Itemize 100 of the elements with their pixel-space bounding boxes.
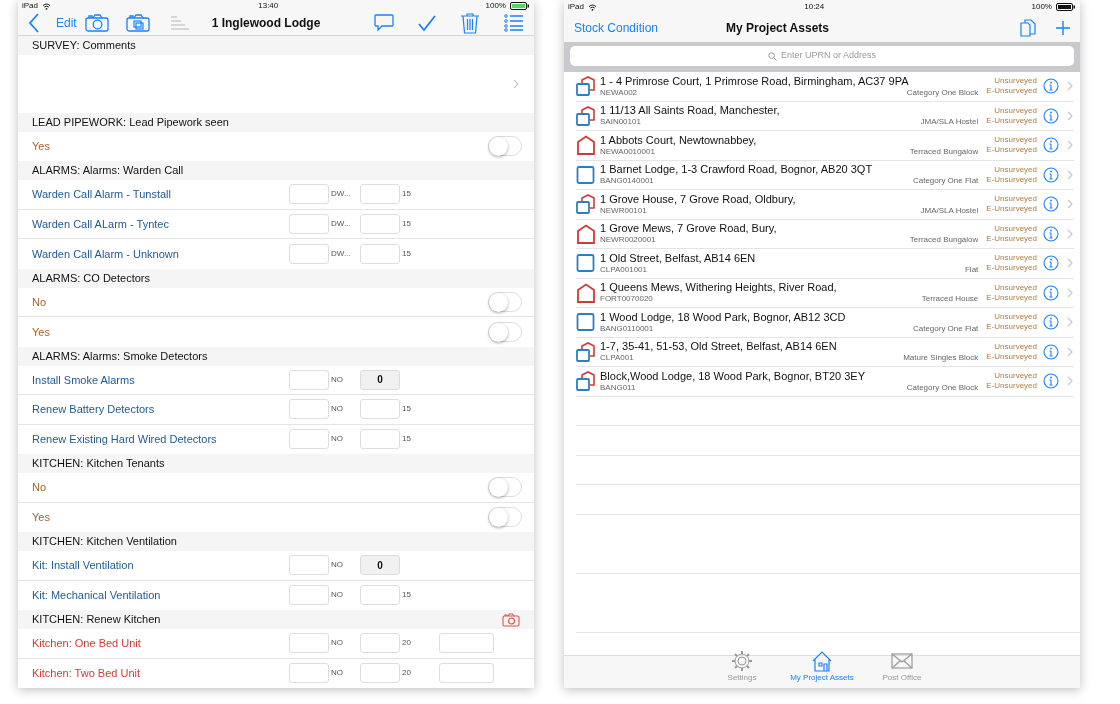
asset-row[interactable]: 1 - 4 Primrose Court, 1 Primrose Road, Birmingham, AC37 9PA NEWA002 Category One Block Unsurveyed E-Unsurveyed — [564, 72, 1080, 102]
camera-icon[interactable] — [502, 612, 520, 627]
option-label: Yes — [32, 139, 50, 154]
value-field[interactable] — [360, 663, 400, 684]
asset-code: SAIN00101 — [600, 117, 641, 128]
check-icon[interactable] — [418, 15, 436, 32]
life-label: 15 — [401, 217, 412, 230]
asset-address: 1 11/13 All Saints Road, Manchester, — [600, 104, 781, 118]
comment-icon[interactable] — [374, 14, 394, 33]
section-header: ALARMS: CO Detectors — [32, 270, 150, 286]
extra-field[interactable] — [439, 633, 494, 654]
asset-row[interactable]: Block,Wood Lodge, 18 Wood Park, Bognor, BT20 3EY BANG011 Category One Block Unsurveyed E-Unsurveyed — [564, 367, 1080, 397]
toggle-switch[interactable] — [488, 321, 522, 342]
asset-row[interactable]: 1 Old Street, Belfast, AB14 6EN CLPA001001 Flat Unsurveyed E-Unsurveyed — [564, 249, 1080, 279]
info-icon[interactable] — [1043, 314, 1059, 331]
battery-icon — [510, 2, 530, 10]
toggle-switch[interactable] — [488, 291, 522, 312]
trash-icon[interactable] — [460, 12, 480, 35]
info-icon[interactable] — [1043, 284, 1059, 301]
quantity-field[interactable] — [289, 399, 329, 420]
asset-row[interactable]: 1 Abbots Court, Newtownabbey, NEWA0010001 Terraced Bungalow Unsurveyed E-Unsurveyed — [564, 131, 1080, 161]
value-field[interactable] — [360, 585, 400, 606]
asset-row[interactable]: 1 Wood Lodge, 18 Wood Park, Bognor, AB12 3CD BANG0110001 Category One Flat Unsurveyed E-Unsurveyed — [564, 308, 1080, 338]
copy-icon[interactable] — [1020, 19, 1036, 37]
back-button[interactable]: Stock Condition — [574, 19, 659, 37]
asset-type: JMA/SLA Hostel — [920, 117, 979, 128]
info-icon[interactable] — [1043, 166, 1059, 183]
survey-status: Unsurveyed — [994, 194, 1037, 205]
quantity-field[interactable] — [289, 213, 329, 234]
value-field[interactable]: 0 — [360, 369, 400, 390]
list-icon[interactable] — [504, 14, 524, 33]
asset-row[interactable]: 1 Barnet Lodge, 1-3 Crawford Road, Bognor, AB20 3QT BANG0140001 Category One Flat Unsurveyed E-Unsurveyed — [564, 160, 1080, 190]
tab-bar-item[interactable]: My Project Assets — [782, 650, 862, 684]
back-icon[interactable] — [28, 13, 40, 34]
value-field[interactable] — [360, 213, 400, 234]
e-survey-status: E-Unsurveyed — [986, 115, 1037, 126]
edit-button[interactable]: Edit — [56, 14, 77, 33]
asset-type: Category One Block — [906, 87, 979, 98]
toggle-switch[interactable] — [488, 507, 522, 528]
quantity-field[interactable] — [289, 369, 329, 390]
toggle-switch[interactable] — [488, 136, 522, 157]
toggle-switch[interactable] — [488, 477, 522, 498]
asset-row[interactable]: 1 Grove House, 7 Grove Road, Oldbury, NEWR00101 JMA/SLA Hostel Unsurveyed E-Unsurveyed — [564, 190, 1080, 220]
info-icon[interactable] — [1043, 107, 1059, 124]
asset-type: Flat — [964, 264, 979, 275]
chevron-icon — [1067, 81, 1074, 92]
camera-icon[interactable] — [84, 14, 109, 33]
option-label: No — [32, 480, 47, 495]
survey-status: Unsurveyed — [994, 312, 1037, 323]
quantity-field[interactable] — [289, 663, 329, 684]
quantity-field[interactable] — [289, 633, 329, 654]
house-icon — [811, 650, 833, 672]
extra-field[interactable] — [439, 663, 494, 684]
asset-address: 1 Wood Lodge, 18 Wood Park, Bognor, AB12 3CD — [600, 310, 847, 324]
value-field[interactable] — [360, 243, 400, 264]
quantity-field[interactable] — [289, 585, 329, 606]
info-icon[interactable] — [1043, 137, 1059, 154]
info-icon[interactable] — [1043, 78, 1059, 95]
wifi-icon — [588, 3, 597, 11]
life-label: 15 — [401, 403, 412, 416]
screen-title: 1 Inglewood Lodge — [211, 15, 321, 33]
value-field[interactable] — [360, 184, 400, 205]
camera-stack-icon[interactable] — [125, 14, 150, 33]
asset-row[interactable]: 1 Grove Mews, 7 Grove Road, Bury, NEWR0020001 Terraced Bungalow Unsurveyed E-Unsurveyed — [564, 219, 1080, 249]
info-icon[interactable] — [1043, 373, 1059, 390]
value-field[interactable] — [360, 399, 400, 420]
asset-code: NEWR00101 — [600, 205, 647, 216]
value-field[interactable]: 0 — [360, 555, 400, 576]
asset-address: 1-7, 35-41, 51-53, Old Street, Belfast, AB14 6EN — [600, 340, 838, 354]
value-field[interactable] — [360, 429, 400, 450]
info-icon[interactable] — [1043, 255, 1059, 272]
info-icon[interactable] — [1043, 225, 1059, 242]
chevron-icon — [1067, 346, 1074, 357]
asset-row[interactable]: 1 Queens Mews, Withering Heights, River Road, FORT0070020 Terraced House Unsurveyed E-Unsurveyed — [564, 278, 1080, 308]
quantity-field[interactable] — [289, 184, 329, 205]
asset-address: Block,Wood Lodge, 18 Wood Park, Bognor, BT20 3EY — [600, 369, 866, 383]
asset-address: 1 Queens Mews, Withering Heights, River Road, — [600, 281, 838, 295]
info-icon[interactable] — [1043, 196, 1059, 213]
item-label: Warden Call ALarm - Tyntec — [32, 216, 170, 232]
quantity-field[interactable] — [289, 555, 329, 576]
value-field[interactable] — [360, 633, 400, 654]
info-icon[interactable] — [1043, 343, 1059, 360]
survey-status: Unsurveyed — [994, 371, 1037, 382]
chevron-icon — [1067, 376, 1074, 387]
life-label: 15 — [401, 589, 412, 602]
quantity-field[interactable] — [289, 243, 329, 264]
section-header: SURVEY: Comments — [32, 37, 136, 53]
chevron-icon — [1067, 169, 1074, 180]
plus-icon[interactable] — [1056, 21, 1070, 35]
battery-icon — [1056, 3, 1076, 11]
chevron-icon[interactable] — [513, 78, 520, 89]
life-label: 15 — [401, 433, 412, 446]
asset-address: 1 Old Street, Belfast, AB14 6EN — [600, 251, 757, 265]
sort-icon[interactable] — [169, 15, 190, 32]
quantity-field[interactable] — [289, 429, 329, 450]
asset-row[interactable]: 1 11/13 All Saints Road, Manchester, SAIN00101 JMA/SLA Hostel Unsurveyed E-Unsurveyed — [564, 101, 1080, 131]
tab-label: My Project Assets — [790, 672, 854, 684]
asset-code: BANG011 — [600, 382, 636, 393]
chevron-icon — [1067, 287, 1074, 298]
asset-row[interactable]: 1-7, 35-41, 51-53, Old Street, Belfast, AB14 6EN CLPA001 Mature Singles Block Unsurveyed E-Unsurveyed — [564, 337, 1080, 367]
